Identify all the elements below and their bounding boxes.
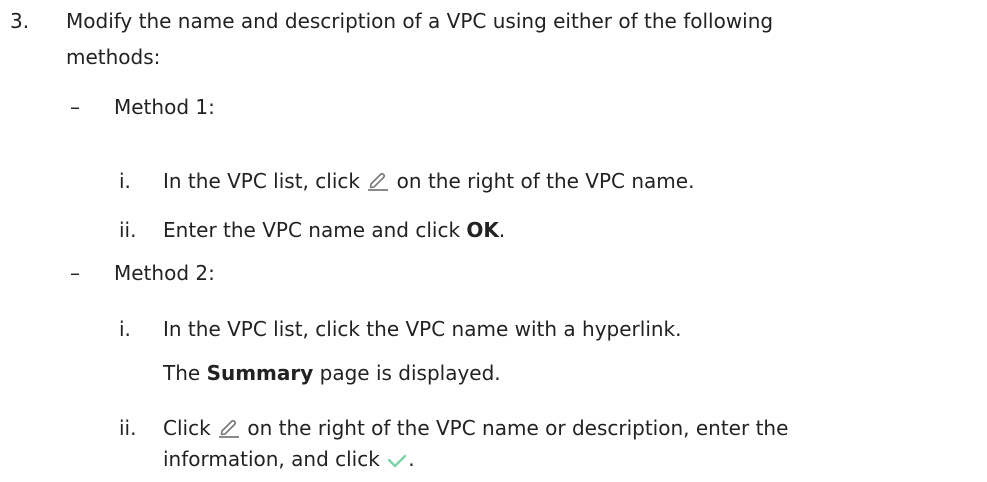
method2-sub-ii-text: Click on the right of the VPC name or de… — [163, 415, 788, 444]
method1-sub-i-text: In the VPC list, click on the right of t… — [163, 168, 694, 197]
method2-sub-ii-line2-before: information, and click — [163, 447, 380, 471]
method1-sub-i-after: on the right of the VPC name. — [396, 169, 695, 193]
method1-sub-ii-before: Enter the VPC name and click — [163, 218, 467, 242]
method1-title: Method 1: — [114, 95, 215, 119]
method1-sub-ii-text: Enter the VPC name and click OK. — [163, 217, 505, 243]
edit-pencil-icon — [217, 416, 241, 444]
method1-sub-ii-number: ii. — [119, 218, 137, 242]
method2-sub-i-result: The Summary page is displayed. — [163, 360, 501, 386]
method1-sub-i-number: i. — [119, 169, 131, 193]
step-text-line-1: Modify the name and description of a VPC… — [66, 9, 774, 33]
method2-sub-i-result-after: page is displayed. — [313, 361, 501, 385]
method1-sub-i-before: In the VPC list, click — [163, 169, 360, 193]
method1-sub-ii-after: . — [498, 218, 506, 242]
method2-sub-i-result-before: The — [163, 361, 207, 385]
method2-sub-i-text: In the VPC list, click the VPC name with… — [163, 317, 682, 341]
method2-sub-i-number: i. — [119, 317, 131, 341]
step-number: 3. — [10, 9, 30, 33]
method2-sub-ii-before: Click — [163, 416, 211, 440]
method2-sub-ii-number: ii. — [119, 416, 137, 440]
method2-sub-ii-text-line-2: information, and click . — [163, 446, 415, 475]
summary-label: Summary — [206, 361, 314, 385]
method2-dash: – — [70, 261, 80, 285]
method2-sub-ii-line2-after: . — [408, 447, 415, 471]
ok-label: OK — [466, 218, 499, 242]
step-text-line-2: methods: — [66, 45, 161, 69]
checkmark-icon — [386, 449, 408, 475]
method2-title: Method 2: — [114, 261, 215, 285]
method2-sub-ii-after: on the right of the VPC name or descript… — [247, 416, 789, 440]
edit-pencil-icon — [366, 169, 390, 197]
method1-dash: – — [70, 95, 80, 119]
